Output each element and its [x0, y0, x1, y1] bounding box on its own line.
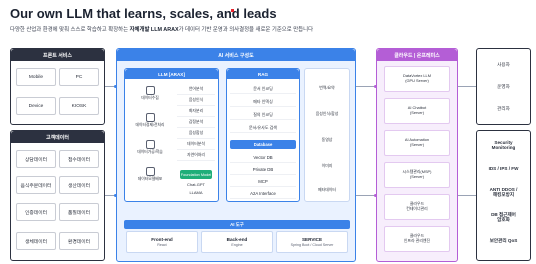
- user-role-item: 관리자: [497, 106, 510, 112]
- llm-function: 음성인식: [177, 95, 215, 106]
- cloud-item: 시스템관리(MSP) (Server): [384, 162, 450, 188]
- connector-line: [458, 86, 476, 87]
- cloud-item: DataVortex LLM (GPU Server): [384, 66, 450, 92]
- database-header: Database: [230, 140, 296, 149]
- llm-step: 데이터정제/전처리: [130, 113, 170, 128]
- model-name: Chat-GPT: [186, 182, 205, 187]
- database-item: Private DB: [230, 164, 296, 175]
- cloud-item: AI Automation (Server): [384, 130, 450, 156]
- customer-data-item: 생산데이터: [59, 176, 99, 194]
- gear-icon: [145, 140, 155, 149]
- customer-data-item: 환경데이터: [59, 232, 99, 250]
- user-role-item: 사용자: [497, 62, 510, 68]
- page-subtitle: 다양한 산업과 환경에 맞춰 스스로 학습하고 확장하는 자체개발 LLM AR…: [10, 27, 314, 33]
- page-title: Our own LLM that learns, scales, and lea…: [10, 6, 277, 21]
- customer-data-item: 생체데이터: [16, 232, 56, 250]
- customer-data-item: 음식주문데이터: [16, 176, 56, 194]
- tool-box: SERVICE Spring Boot / Cloud Server: [276, 231, 348, 253]
- customer-data-title: 고객데이터: [11, 131, 104, 143]
- cloud-item: 클라우드 컨테이너관리: [384, 194, 450, 220]
- rag-title: RAG: [227, 69, 299, 79]
- ai-feature-item: 이미지: [321, 163, 333, 168]
- security-item: DB 접근제어 암호화: [491, 211, 516, 223]
- llm-function: 음성합성: [177, 128, 215, 139]
- front-service-title: 프론트 서비스: [11, 49, 104, 61]
- customer-data-item: 품질데이터: [59, 203, 99, 221]
- cloud-title: 클라우드 | 온프레미스: [377, 49, 457, 61]
- database-item: Vector DB: [230, 152, 296, 163]
- ai-tools-header: AI 도구: [124, 220, 350, 229]
- customer-data-item: 상담데이터: [16, 150, 56, 168]
- rag-step: 문서/유사도 검색: [230, 123, 296, 133]
- llm-function: 감정분석: [177, 117, 215, 128]
- front-item-kiosk: KIOSK: [59, 97, 99, 115]
- front-item-mobile: Mobile: [16, 68, 56, 86]
- rag-step: 질의 인코딩: [230, 110, 296, 120]
- database-icon: [145, 86, 155, 95]
- llm-function: 언어분석: [177, 84, 215, 95]
- cloud-icon: [145, 167, 155, 176]
- rag-step: 문서 인코딩: [230, 84, 296, 94]
- rag-step: 메타 인덱싱: [230, 97, 296, 107]
- cloud-item: AI Chatbot (Server): [384, 98, 450, 124]
- ai-feature-item: 동영상: [321, 137, 333, 142]
- llm-function: 화자분리: [177, 106, 215, 117]
- accent-mark: [231, 9, 234, 12]
- security-item: 보안관리 QoS: [489, 238, 518, 244]
- connector-line: [356, 86, 376, 87]
- database-item: A2A Interface: [230, 188, 296, 199]
- security-item: IDS / IPS / FW: [488, 166, 519, 172]
- llm-function: 데이터분석: [177, 139, 215, 150]
- llm-function: 자연어처리: [177, 150, 215, 161]
- llm-step: 데이터모델배포: [130, 167, 170, 182]
- ai-feature-item: 음성인식/합성: [315, 111, 339, 116]
- llm-function-list: 언어분석 음성인식 화자분리 감정분석 음성합성 데이터분석 자연어처리: [177, 84, 215, 161]
- customer-data-item: 접수데이터: [59, 150, 99, 168]
- ai-feature-item: 메타데이터: [318, 187, 336, 192]
- security-item: ANTI DDOS / 해킹모방지: [489, 186, 518, 198]
- front-item-device: Device: [16, 97, 56, 115]
- foundation-model-badge: Foundation Model: [180, 170, 212, 179]
- model-name: LLAMA: [189, 190, 203, 195]
- security-monitoring-title: Security Monitoring: [491, 139, 516, 151]
- llm-step: 데이터수집: [130, 86, 170, 101]
- database-item: MCP: [230, 176, 296, 187]
- ai-feature-item: 번역/요약: [319, 85, 335, 90]
- llm-title: LLM [ARAX]: [125, 69, 218, 79]
- user-role-item: 운영자: [497, 84, 510, 90]
- llm-step: 데이터가공/학습: [130, 140, 170, 155]
- connector-line: [458, 195, 476, 196]
- customer-data-item: 인증데이터: [16, 203, 56, 221]
- ai-service-title: AI 서비스 구성도: [117, 49, 355, 61]
- filter-icon: [145, 113, 155, 122]
- front-item-pc: PC: [59, 68, 99, 86]
- cloud-item: 클라우드 인프라 관리엔진: [384, 226, 450, 252]
- connector-line: [356, 195, 376, 196]
- tool-box: Back-end Engine: [201, 231, 273, 253]
- tool-box: Front-end React: [126, 231, 198, 253]
